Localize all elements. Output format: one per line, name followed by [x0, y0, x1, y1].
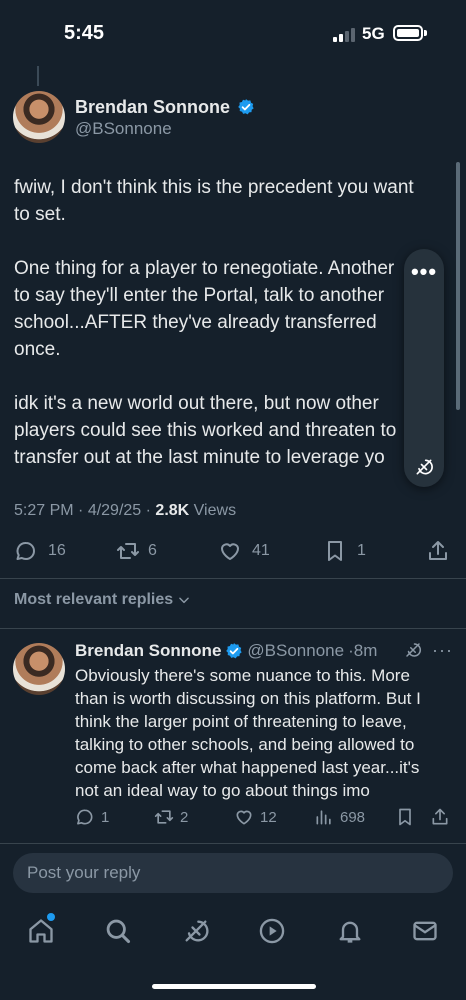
reply-share-button[interactable]	[430, 807, 450, 827]
tweet-meta: 5:27 PM · 4/29/25 · 2.8K Views	[14, 502, 237, 519]
grok-icon[interactable]	[414, 457, 434, 477]
notification-dot	[47, 913, 55, 921]
like-button[interactable]: 41	[218, 539, 270, 563]
share-icon	[429, 541, 447, 560]
more-options-icon[interactable]: •••	[404, 259, 444, 285]
reply-repost-count: 2	[180, 808, 189, 826]
bookmark-icon	[399, 808, 411, 826]
tweet-views-label: Views	[193, 502, 237, 519]
video-icon	[259, 918, 285, 944]
reply-count: 16	[48, 542, 66, 559]
share-icon	[432, 808, 448, 825]
like-count: 41	[252, 542, 270, 559]
bookmark-icon	[328, 541, 342, 561]
reply-icon	[77, 809, 93, 825]
reply-sort-label: Most relevant replies	[14, 591, 174, 608]
repost-icon	[154, 810, 174, 824]
verified-badge-icon	[238, 99, 254, 115]
home-icon	[29, 919, 53, 943]
nav-search[interactable]	[104, 917, 134, 947]
reply-icon	[16, 542, 35, 560]
repost-icon	[117, 543, 139, 559]
reply-author-name[interactable]: Brendan Sonnone	[75, 641, 221, 661]
reply-views-count: 698	[340, 808, 366, 826]
reply-like-button[interactable]: 12	[234, 807, 277, 827]
views-chart-icon	[316, 810, 331, 825]
tweet-time: 5:27 PM	[14, 502, 74, 519]
verified-badge-icon	[226, 643, 243, 659]
reply-composer-placeholder: Post your reply	[27, 863, 141, 882]
reply-button[interactable]: 16	[14, 539, 66, 563]
author-name-text: Brendan Sonnone	[75, 97, 231, 117]
reply-text: Obviously there's some nuance to this. M…	[75, 666, 421, 800]
divider	[0, 578, 466, 579]
messages-icon	[413, 921, 437, 941]
signal-strength-icon	[333, 28, 357, 42]
reply-more-options-icon[interactable]: ···	[432, 640, 453, 661]
avatar[interactable]	[13, 91, 65, 143]
network-type: 5G	[362, 24, 385, 43]
share-button[interactable]	[426, 539, 450, 563]
reply-sort-toggle[interactable]: Most relevant replies	[14, 591, 191, 609]
status-time: 5:45	[64, 22, 105, 44]
nav-grok[interactable]	[182, 917, 212, 947]
scrollbar[interactable]	[456, 162, 460, 410]
reply-author-handle[interactable]: @BSonnone	[247, 641, 344, 661]
nav-notifications[interactable]	[336, 917, 366, 947]
bookmark-count: 1	[357, 542, 366, 559]
search-icon	[106, 919, 131, 944]
divider	[0, 843, 466, 844]
author-handle[interactable]: @BSonnone	[75, 119, 172, 139]
tweet-date: 4/29/25	[87, 502, 142, 519]
reply-header: Brendan Sonnone @BSonnone ·8m	[75, 641, 377, 661]
reply-reply-count: 1	[101, 808, 110, 826]
tweet-text: fwiw, I don't think this is the preceden…	[14, 177, 414, 468]
bookmark-button[interactable]: 1	[323, 539, 366, 563]
floating-action-pill: •••	[404, 249, 444, 487]
grok-icon	[185, 920, 209, 942]
notifications-icon	[339, 921, 361, 943]
thread-connector	[37, 66, 39, 86]
reply-avatar[interactable]	[13, 643, 65, 695]
grok-icon[interactable]	[404, 641, 422, 659]
reply-age: ·8m	[348, 641, 378, 660]
nav-messages[interactable]	[411, 917, 441, 947]
nav-home[interactable]	[27, 917, 57, 947]
reply-composer[interactable]: Post your reply	[13, 853, 453, 893]
nav-video[interactable]	[258, 917, 288, 947]
divider	[0, 628, 466, 629]
battery-tip	[424, 30, 427, 36]
reply-like-count: 12	[260, 808, 277, 826]
heart-icon	[221, 543, 239, 560]
reply-repost-button[interactable]: 2	[154, 807, 188, 827]
home-indicator[interactable]	[152, 984, 316, 989]
chevron-down-icon	[179, 597, 189, 604]
repost-count: 6	[148, 542, 157, 559]
reply-bookmark-button[interactable]	[395, 807, 415, 827]
reply-reply-button[interactable]: 1	[75, 807, 109, 827]
battery-icon	[393, 25, 423, 41]
tweet-views-count: 2.8K	[155, 502, 190, 519]
heart-icon	[236, 810, 252, 825]
repost-button[interactable]: 6	[116, 539, 157, 563]
author-name[interactable]: Brendan Sonnone	[75, 97, 255, 118]
reply-views-button[interactable]: 698	[314, 807, 365, 827]
